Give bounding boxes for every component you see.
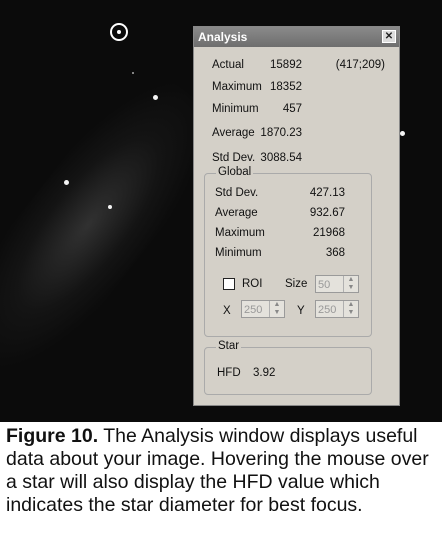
stat-row-actual: Actual 15892 (417;209)	[194, 57, 399, 73]
star-legend: Star	[216, 340, 242, 352]
stat-label: Actual	[212, 59, 244, 71]
analysis-window: Analysis ✕ Actual 15892 (417;209) Maximu…	[193, 26, 400, 406]
star	[132, 72, 134, 74]
spinner-arrows-icon[interactable]: ▲ ▼	[269, 301, 284, 317]
star	[108, 205, 112, 209]
stat-row-maximum: Maximum 18352	[194, 79, 399, 95]
hfd-value: 3.92	[253, 367, 276, 379]
stat-value: 3088.54	[260, 152, 302, 164]
global-row-minimum: Minimum 368	[205, 245, 371, 261]
roi-checkbox[interactable]	[223, 278, 235, 290]
global-label: Std Dev.	[215, 187, 259, 199]
star-group: Star HFD 3.92	[204, 340, 372, 395]
star	[400, 131, 405, 136]
global-row-std-dev: Std Dev. 427.13	[205, 185, 371, 201]
global-value: 368	[325, 247, 345, 259]
global-group: Global Std Dev. 427.13 Average 932.67 Ma…	[204, 166, 372, 337]
global-legend: Global	[216, 166, 254, 178]
roi-label: ROI	[242, 278, 263, 290]
selected-star-marker[interactable]	[110, 23, 128, 41]
x-value: 250	[244, 304, 263, 316]
global-label: Minimum	[215, 247, 262, 259]
spinner-arrows-icon[interactable]: ▲ ▼	[343, 276, 358, 292]
global-value: 427.13	[309, 187, 345, 199]
stat-row-average: Average 1870.23	[194, 125, 399, 141]
stat-value: 15892	[270, 59, 302, 71]
size-value: 50	[318, 279, 331, 291]
star-field-image: Analysis ✕ Actual 15892 (417;209) Maximu…	[0, 0, 442, 422]
stat-label: Maximum	[212, 81, 262, 93]
global-label: Maximum	[215, 227, 265, 239]
stat-value: 18352	[270, 81, 302, 93]
y-label: Y	[297, 305, 305, 317]
global-label: Average	[215, 207, 258, 219]
spinner-arrows-icon[interactable]: ▲ ▼	[343, 301, 358, 317]
x-label: X	[223, 305, 231, 317]
stat-row-minimum: Minimum 457	[194, 101, 399, 117]
star	[153, 95, 158, 100]
stat-value: 457	[282, 103, 302, 115]
global-value: 932.67	[309, 207, 345, 219]
size-spinner[interactable]: 50 ▲ ▼	[315, 275, 359, 293]
stat-row-std-dev: Std Dev. 3088.54	[194, 150, 399, 166]
stat-label: Std Dev.	[212, 152, 256, 164]
y-spinner[interactable]: 250 ▲ ▼	[315, 300, 359, 318]
y-value: 250	[318, 304, 337, 316]
figure-number: Figure 10.	[6, 425, 99, 447]
global-value: 21968	[313, 227, 345, 239]
global-row-average: Average 932.67	[205, 205, 371, 221]
stat-label: Average	[212, 127, 255, 139]
stat-label: Minimum	[212, 103, 259, 115]
x-spinner[interactable]: 250 ▲ ▼	[241, 300, 285, 318]
stat-value: 1870.23	[260, 127, 302, 139]
global-row-maximum: Maximum 21968	[205, 225, 371, 241]
cursor-position: (417;209)	[335, 59, 385, 71]
analysis-titlebar[interactable]: Analysis ✕	[194, 27, 399, 47]
close-icon[interactable]: ✕	[382, 30, 396, 43]
window-title: Analysis	[198, 30, 248, 44]
figure-caption: Figure 10. The Analysis window displays …	[6, 425, 438, 517]
hfd-label: HFD	[217, 367, 241, 379]
size-label: Size	[285, 278, 308, 290]
star	[64, 180, 69, 185]
